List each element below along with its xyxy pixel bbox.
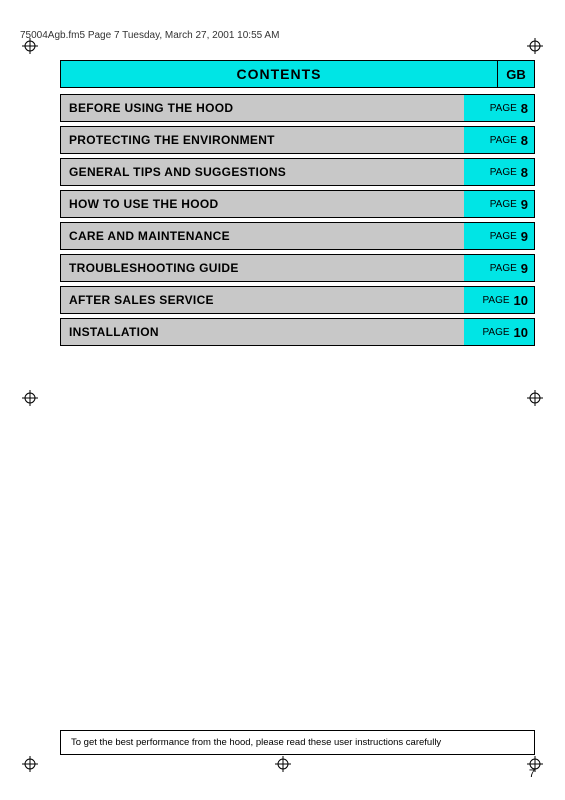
page-num: 8 (521, 133, 528, 148)
page-num: 9 (521, 197, 528, 212)
toc-rows-container: BEFORE USING THE HOODPAGE8PROTECTING THE… (60, 94, 535, 346)
header-bar: 75004Agb.fm5 Page 7 Tuesday, March 27, 2… (20, 30, 545, 41)
reg-mark-top-right (527, 38, 543, 54)
toc-row-page: PAGE 10 (464, 287, 534, 313)
page-number: 7 (529, 768, 535, 780)
toc-row: AFTER SALES SERVICE PAGE 10 (60, 286, 535, 314)
page-num: 10 (514, 293, 528, 308)
contents-title: CONTENTS (60, 60, 497, 88)
main-content: CONTENTS GB BEFORE USING THE HOODPAGE8PR… (60, 60, 535, 720)
toc-row-label: BEFORE USING THE HOOD (61, 95, 464, 121)
page-num: 8 (521, 165, 528, 180)
bottom-note: To get the best performance from the hoo… (60, 730, 535, 755)
toc-row-label: GENERAL TIPS AND SUGGESTIONS (61, 159, 464, 185)
page-container: 75004Agb.fm5 Page 7 Tuesday, March 27, 2… (0, 0, 565, 800)
header-text: 75004Agb.fm5 Page 7 Tuesday, March 27, 2… (20, 30, 545, 41)
toc-row-page: PAGE 8 (464, 95, 534, 121)
toc-row-label: CARE AND MAINTENANCE (61, 223, 464, 249)
toc-row: CARE AND MAINTENANCE PAGE 9 (60, 222, 535, 250)
toc-row-label: AFTER SALES SERVICE (61, 287, 464, 313)
page-word: PAGE (490, 199, 517, 210)
toc-row: INSTALLATION PAGE 10 (60, 318, 535, 346)
page-word: PAGE (490, 231, 517, 242)
reg-mark-bot-left (22, 756, 38, 772)
page-num: 8 (521, 101, 528, 116)
toc-row-page: PAGE 10 (464, 319, 534, 345)
toc-row-label: PROTECTING THE ENVIRONMENT (61, 127, 464, 153)
page-num: 9 (521, 261, 528, 276)
reg-mark-top-left (22, 38, 38, 54)
toc-row-page: PAGE 9 (464, 191, 534, 217)
reg-mark-bot-center (275, 756, 291, 772)
page-word: PAGE (482, 327, 509, 338)
page-word: PAGE (490, 135, 517, 146)
page-num: 10 (514, 325, 528, 340)
page-num: 9 (521, 229, 528, 244)
contents-gb-label: GB (497, 60, 535, 88)
toc-row: BEFORE USING THE HOOD PAGE 8 (60, 94, 535, 122)
toc-row: TROUBLESHOOTING GUIDE PAGE 9 (60, 254, 535, 282)
toc-row: GENERAL TIPS AND SUGGESTIONS PAGE 8 (60, 158, 535, 186)
toc-row: PROTECTING THE ENVIRONMENT PAGE 8 (60, 126, 535, 154)
toc-row-label: TROUBLESHOOTING GUIDE (61, 255, 464, 281)
contents-header: CONTENTS GB (60, 60, 535, 88)
reg-mark-mid-left (22, 390, 38, 406)
toc-row-label: HOW TO USE THE HOOD (61, 191, 464, 217)
page-word: PAGE (490, 263, 517, 274)
toc-row: HOW TO USE THE HOOD PAGE 9 (60, 190, 535, 218)
page-word: PAGE (482, 295, 509, 306)
page-word: PAGE (490, 167, 517, 178)
toc-row-label: INSTALLATION (61, 319, 464, 345)
toc-row-page: PAGE 9 (464, 255, 534, 281)
toc-row-page: PAGE 9 (464, 223, 534, 249)
toc-row-page: PAGE 8 (464, 159, 534, 185)
toc-row-page: PAGE 8 (464, 127, 534, 153)
page-word: PAGE (490, 103, 517, 114)
